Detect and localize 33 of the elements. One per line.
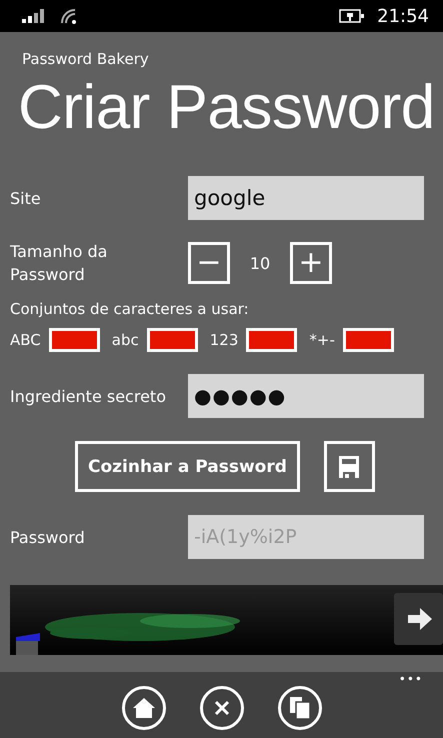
- password-field: -iA(1y%i2P: [188, 515, 424, 559]
- site-field[interactable]: google: [188, 176, 424, 220]
- copy-icon: [290, 697, 310, 719]
- home-button[interactable]: [122, 686, 166, 730]
- password-label: Password: [10, 528, 86, 546]
- wifi-icon: [60, 8, 78, 24]
- bake-button[interactable]: Cozinhar a Password: [75, 441, 300, 492]
- clock-time: 21:54: [377, 6, 429, 26]
- charset-checkbox[interactable]: [342, 328, 394, 352]
- copy-button[interactable]: [278, 686, 322, 730]
- length-label: Tamanho da Password: [10, 241, 108, 286]
- charset-checkbox[interactable]: [146, 328, 198, 352]
- charset-label: abc: [112, 331, 139, 349]
- charset-label: 123: [210, 331, 238, 349]
- close-icon: [214, 700, 230, 716]
- charset-label: *+-: [309, 331, 335, 349]
- app-title: Password Bakery: [22, 50, 150, 68]
- secret-field[interactable]: ●●●●●: [188, 374, 424, 418]
- charsets-label: Conjuntos de caracteres a usar:: [10, 300, 250, 318]
- charset-label: ABC: [10, 331, 41, 349]
- charset-checkbox[interactable]: [48, 328, 100, 352]
- save-button[interactable]: [324, 441, 375, 492]
- length-value: 10: [248, 254, 272, 272]
- charset-checkbox[interactable]: [246, 328, 298, 352]
- site-label: Site: [10, 188, 42, 208]
- secret-label: Ingrediente secreto: [10, 386, 167, 406]
- home-icon: [132, 698, 154, 718]
- page-title: Criar Password: [18, 72, 436, 144]
- decrease-button[interactable]: −: [188, 242, 230, 284]
- more-button[interactable]: •••: [398, 672, 423, 686]
- increase-button[interactable]: +: [290, 242, 332, 284]
- close-button[interactable]: [200, 686, 244, 730]
- battery-icon: [339, 9, 366, 23]
